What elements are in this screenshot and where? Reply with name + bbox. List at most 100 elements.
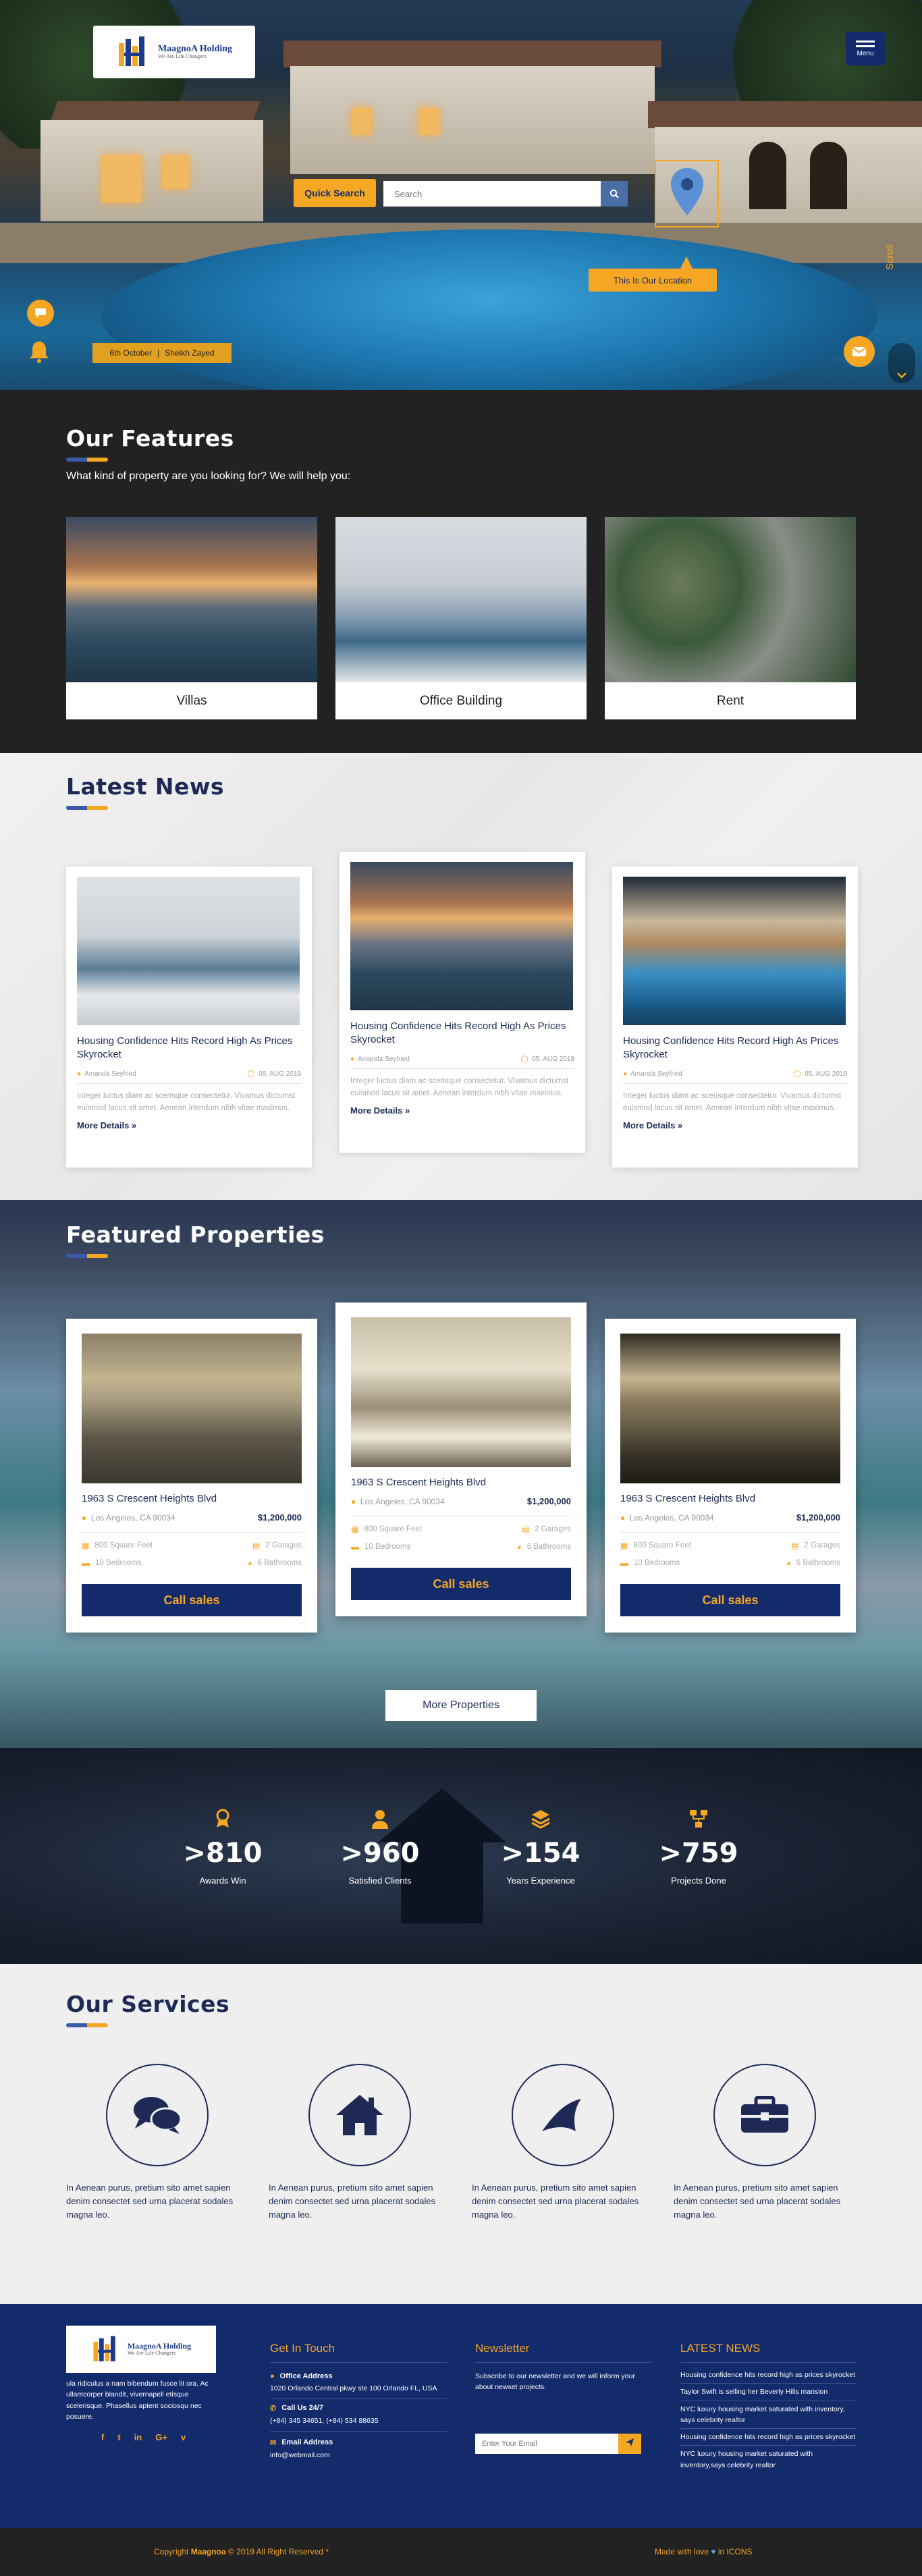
property-location-row: ● Los Angeles, CA 90034 $1,200,000: [620, 1512, 840, 1523]
news-card-title[interactable]: Housing Confidence Hits Record High As P…: [77, 1035, 301, 1061]
news-author: Amanda Seyfried: [358, 1056, 410, 1063]
news-card-title[interactable]: Housing Confidence Hits Record High As P…: [623, 1035, 847, 1061]
stat-awards: >810 Awards Win: [172, 1809, 273, 1886]
date-separator: |: [157, 348, 160, 358]
newsletter-submit-button[interactable]: [618, 2433, 641, 2454]
menu-button[interactable]: Menu: [846, 32, 885, 65]
house-shape: [40, 120, 263, 221]
search-button[interactable]: [601, 181, 628, 207]
more-properties-button[interactable]: More Properties: [385, 1690, 537, 1721]
stat-projects: >759 Projects Done: [648, 1809, 749, 1886]
service-item[interactable]: In Aenean purus, pretium sito amet sapie…: [472, 2064, 654, 2222]
property-address[interactable]: 1963 S Crescent Heights Blvd: [351, 1477, 571, 1488]
get-in-touch-column: Get In Touch ● Office Address 1020 Orland…: [270, 2342, 447, 2461]
feature-image: [605, 517, 856, 682]
property-card[interactable]: 1963 S Crescent Heights Blvd ● Los Angel…: [605, 1319, 856, 1633]
map-pin-frame: [655, 160, 719, 227]
news-card[interactable]: Housing Confidence Hits Record High As P…: [340, 852, 585, 1153]
divider: [475, 2362, 652, 2363]
more-details-label: More Details: [77, 1120, 130, 1130]
news-card[interactable]: Housing Confidence Hits Record High As P…: [66, 867, 312, 1168]
more-details-link[interactable]: More Details »: [623, 1120, 847, 1130]
footer-logo-text: MaagnoA Holding We Are Life Changers: [128, 2341, 191, 2357]
logo-mark-icon: [116, 34, 153, 70]
service-item[interactable]: In Aenean purus, pretium sito amet sapie…: [66, 2064, 248, 2222]
linkedin-icon[interactable]: in: [134, 2432, 142, 2442]
footer-news-link[interactable]: NYC luxury housing market saturated with…: [680, 2404, 856, 2426]
divider: [680, 2383, 856, 2384]
service-item[interactable]: In Aenean purus, pretium sito amet sapie…: [674, 2064, 856, 2222]
property-features: ▬ 10 Bedrooms ◕ 6 Bathrooms: [82, 1558, 302, 1568]
call-value[interactable]: (+84) 345 34651, (+84) 534 88635: [270, 2415, 447, 2426]
twitter-icon[interactable]: t: [117, 2432, 120, 2442]
date-location-tag: 6th October | Sheikh Zayed: [92, 343, 232, 363]
call-sales-button[interactable]: Call sales: [351, 1568, 571, 1600]
message-icon: [852, 347, 867, 356]
news-section: Latest News Housing Confidence Hits Reco…: [0, 753, 922, 1200]
office-heading: ● Office Address: [270, 2372, 447, 2380]
chat-button[interactable]: [27, 300, 54, 327]
scroll-down-button[interactable]: [888, 343, 915, 383]
property-city: Los Angeles, CA 90034: [629, 1512, 714, 1523]
hero-section: MaagnoA Holding We Are Life Changers Men…: [0, 0, 922, 390]
award-icon: [216, 1809, 229, 1828]
property-address[interactable]: 1963 S Crescent Heights Blvd: [620, 1493, 840, 1504]
property-card[interactable]: 1963 S Crescent Heights Blvd ● Los Angel…: [335, 1303, 587, 1616]
bell-icon[interactable]: [27, 339, 51, 364]
location-icon: ●: [620, 1512, 626, 1523]
google-plus-icon[interactable]: G+: [155, 2432, 167, 2442]
news-card[interactable]: Housing Confidence Hits Record High As P…: [612, 867, 858, 1168]
quick-search-button[interactable]: Quick Search: [294, 179, 376, 207]
property-features: ▦ 800 Square Feet ▤ 2 Garages: [351, 1525, 571, 1534]
footer-news-link[interactable]: Taylor Swift is selling her Beverly Hill…: [680, 2386, 856, 2397]
message-button[interactable]: [844, 336, 875, 367]
email-value[interactable]: info@webmail.com: [270, 2450, 447, 2461]
feature-card-villas[interactable]: Villas: [66, 517, 317, 719]
call-sales-button[interactable]: Call sales: [82, 1584, 302, 1616]
footer-news-link[interactable]: Housing confidence hits record high as p…: [680, 2369, 856, 2380]
property-features: ▬ 10 Bedrooms ◕ 6 Bathrooms: [351, 1542, 571, 1552]
feature-card-rent[interactable]: Rent: [605, 517, 856, 719]
house-icon: [336, 2095, 383, 2135]
footer-about: ula ridiculus a nam bibendum fusce lit o…: [66, 2380, 209, 2421]
roof-shape: [648, 101, 922, 128]
call-sales-button[interactable]: Call sales: [620, 1584, 840, 1616]
property-price: $1,200,000: [526, 1496, 571, 1506]
made-by-text[interactable]: in ICONS: [718, 2547, 753, 2556]
service-item[interactable]: In Aenean purus, pretium sito amet sapie…: [269, 2064, 451, 2222]
clock-icon: ◯: [793, 1070, 801, 1078]
copyright-brand[interactable]: Maagnoa: [191, 2547, 226, 2556]
email-label: Email Address: [281, 2438, 333, 2446]
news-image: [350, 862, 573, 1010]
footer-news-link[interactable]: NYC luxury housing market saturated with…: [680, 2448, 856, 2471]
news-date: 05, AUG 2019: [805, 1070, 847, 1078]
property-image: [82, 1334, 302, 1483]
news-card-title[interactable]: Housing Confidence Hits Record High As P…: [350, 1020, 574, 1046]
our-location-button[interactable]: This Is Our Location: [589, 269, 717, 292]
more-details-link[interactable]: More Details »: [350, 1105, 574, 1116]
service-icon-circle: [308, 2064, 411, 2166]
property-area: 800 Square Feet: [364, 1525, 423, 1533]
logo[interactable]: MaagnoA Holding We Are Life Changers: [93, 26, 255, 78]
location-icon: ●: [82, 1512, 87, 1523]
chat-icon: [35, 308, 46, 318]
property-card[interactable]: 1963 S Crescent Heights Blvd ● Los Angel…: [66, 1319, 317, 1633]
logo-mark-icon: [93, 2336, 115, 2361]
news-date: 05, AUG 2019: [259, 1070, 301, 1078]
more-details-link[interactable]: More Details »: [77, 1120, 301, 1130]
property-address[interactable]: 1963 S Crescent Heights Blvd: [82, 1493, 302, 1504]
search-input[interactable]: [383, 181, 601, 207]
arch-shape: [810, 142, 847, 209]
news-author: Amanda Seyfried: [84, 1070, 136, 1078]
footer-news-link[interactable]: Housing confidence hits record high as p…: [680, 2432, 856, 2442]
newsletter-email-input[interactable]: [475, 2433, 618, 2454]
footer-logo[interactable]: MaagnoA Holding We Are Life Changers: [66, 2326, 216, 2373]
feature-card-office[interactable]: Office Building: [335, 517, 587, 719]
divider: [77, 1083, 301, 1084]
stat-value: >154: [501, 1838, 580, 1869]
facebook-icon[interactable]: f: [101, 2432, 104, 2442]
made-with-text: Made with love: [655, 2547, 709, 2556]
vimeo-icon[interactable]: v: [181, 2432, 186, 2442]
news-image: [623, 877, 846, 1025]
call-label: Call Us 24/7: [281, 2404, 323, 2413]
